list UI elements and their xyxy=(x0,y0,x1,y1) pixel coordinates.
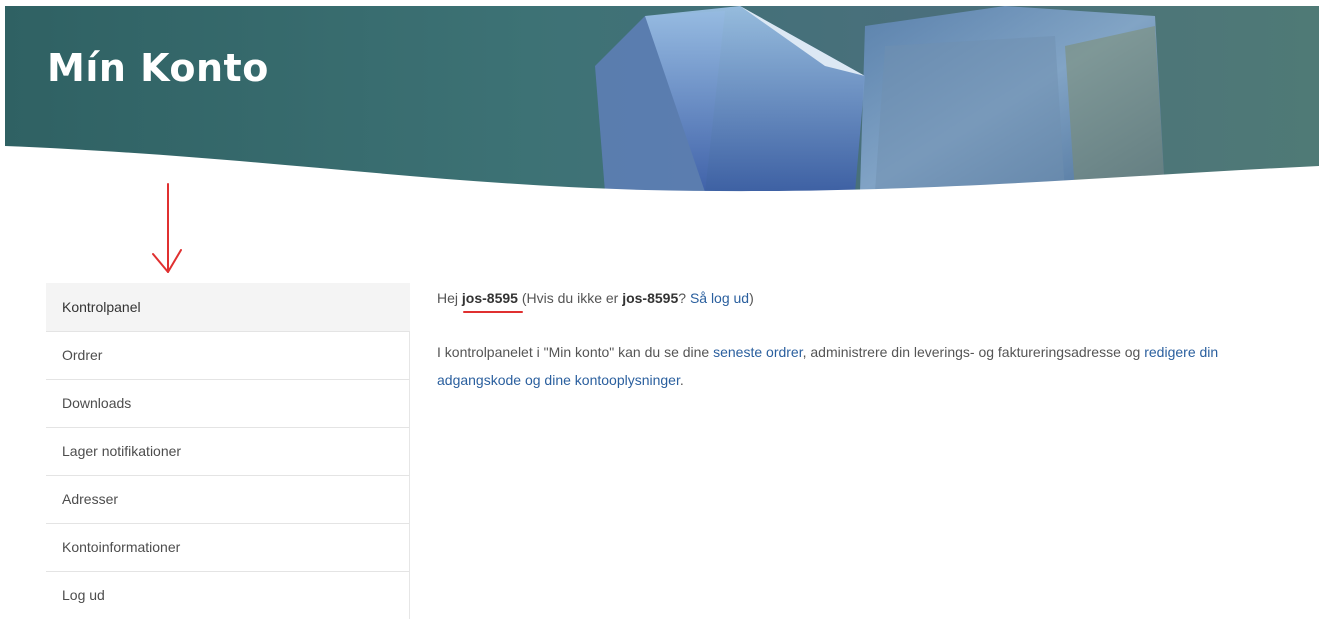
nav-item-downloads[interactable]: Downloads xyxy=(46,379,410,427)
dashboard-description: I kontrolpanelet i "Min konto" kan du se… xyxy=(437,338,1297,394)
hero-banner: Mín Konto xyxy=(5,6,1319,192)
nav-item-ordrer[interactable]: Ordrer xyxy=(46,331,410,379)
description-part-2: , administrere din leverings- og fakture… xyxy=(802,344,1141,360)
annotation-underline xyxy=(463,311,523,313)
recent-orders-link[interactable]: seneste ordrer xyxy=(713,344,803,360)
page-title: Mín Konto xyxy=(47,46,269,90)
greeting-question: ? xyxy=(678,290,687,306)
hero-crystal-image xyxy=(5,6,1319,192)
dashboard-content: Hej jos-8595 (Hvis du ikke er jos-8595? … xyxy=(437,287,1297,394)
nav-item-adresser[interactable]: Adresser xyxy=(46,475,410,523)
nav-item-kontoinformationer[interactable]: Kontoinformationer xyxy=(46,523,410,571)
username: jos-8595 xyxy=(461,290,518,306)
logout-link[interactable]: Så log ud xyxy=(690,290,749,306)
annotation-arrow-icon xyxy=(152,183,182,273)
username-repeat: jos-8595 xyxy=(622,290,679,306)
greeting-if-not: (Hvis du ikke er xyxy=(521,290,619,306)
description-end: . xyxy=(679,372,684,388)
greeting-text: Hej jos-8595 (Hvis du ikke er jos-8595? … xyxy=(437,287,1297,313)
description-part-1: I kontrolpanelet i "Min konto" kan du se… xyxy=(437,344,710,360)
greeting-close: ) xyxy=(749,290,754,306)
account-navigation: Kontrolpanel Ordrer Downloads Lager noti… xyxy=(46,283,410,619)
nav-item-lager-notifikationer[interactable]: Lager notifikationer xyxy=(46,427,410,475)
nav-item-log-ud[interactable]: Log ud xyxy=(46,571,410,619)
greeting-hello: Hej xyxy=(437,290,459,306)
nav-item-kontrolpanel[interactable]: Kontrolpanel xyxy=(46,283,410,331)
